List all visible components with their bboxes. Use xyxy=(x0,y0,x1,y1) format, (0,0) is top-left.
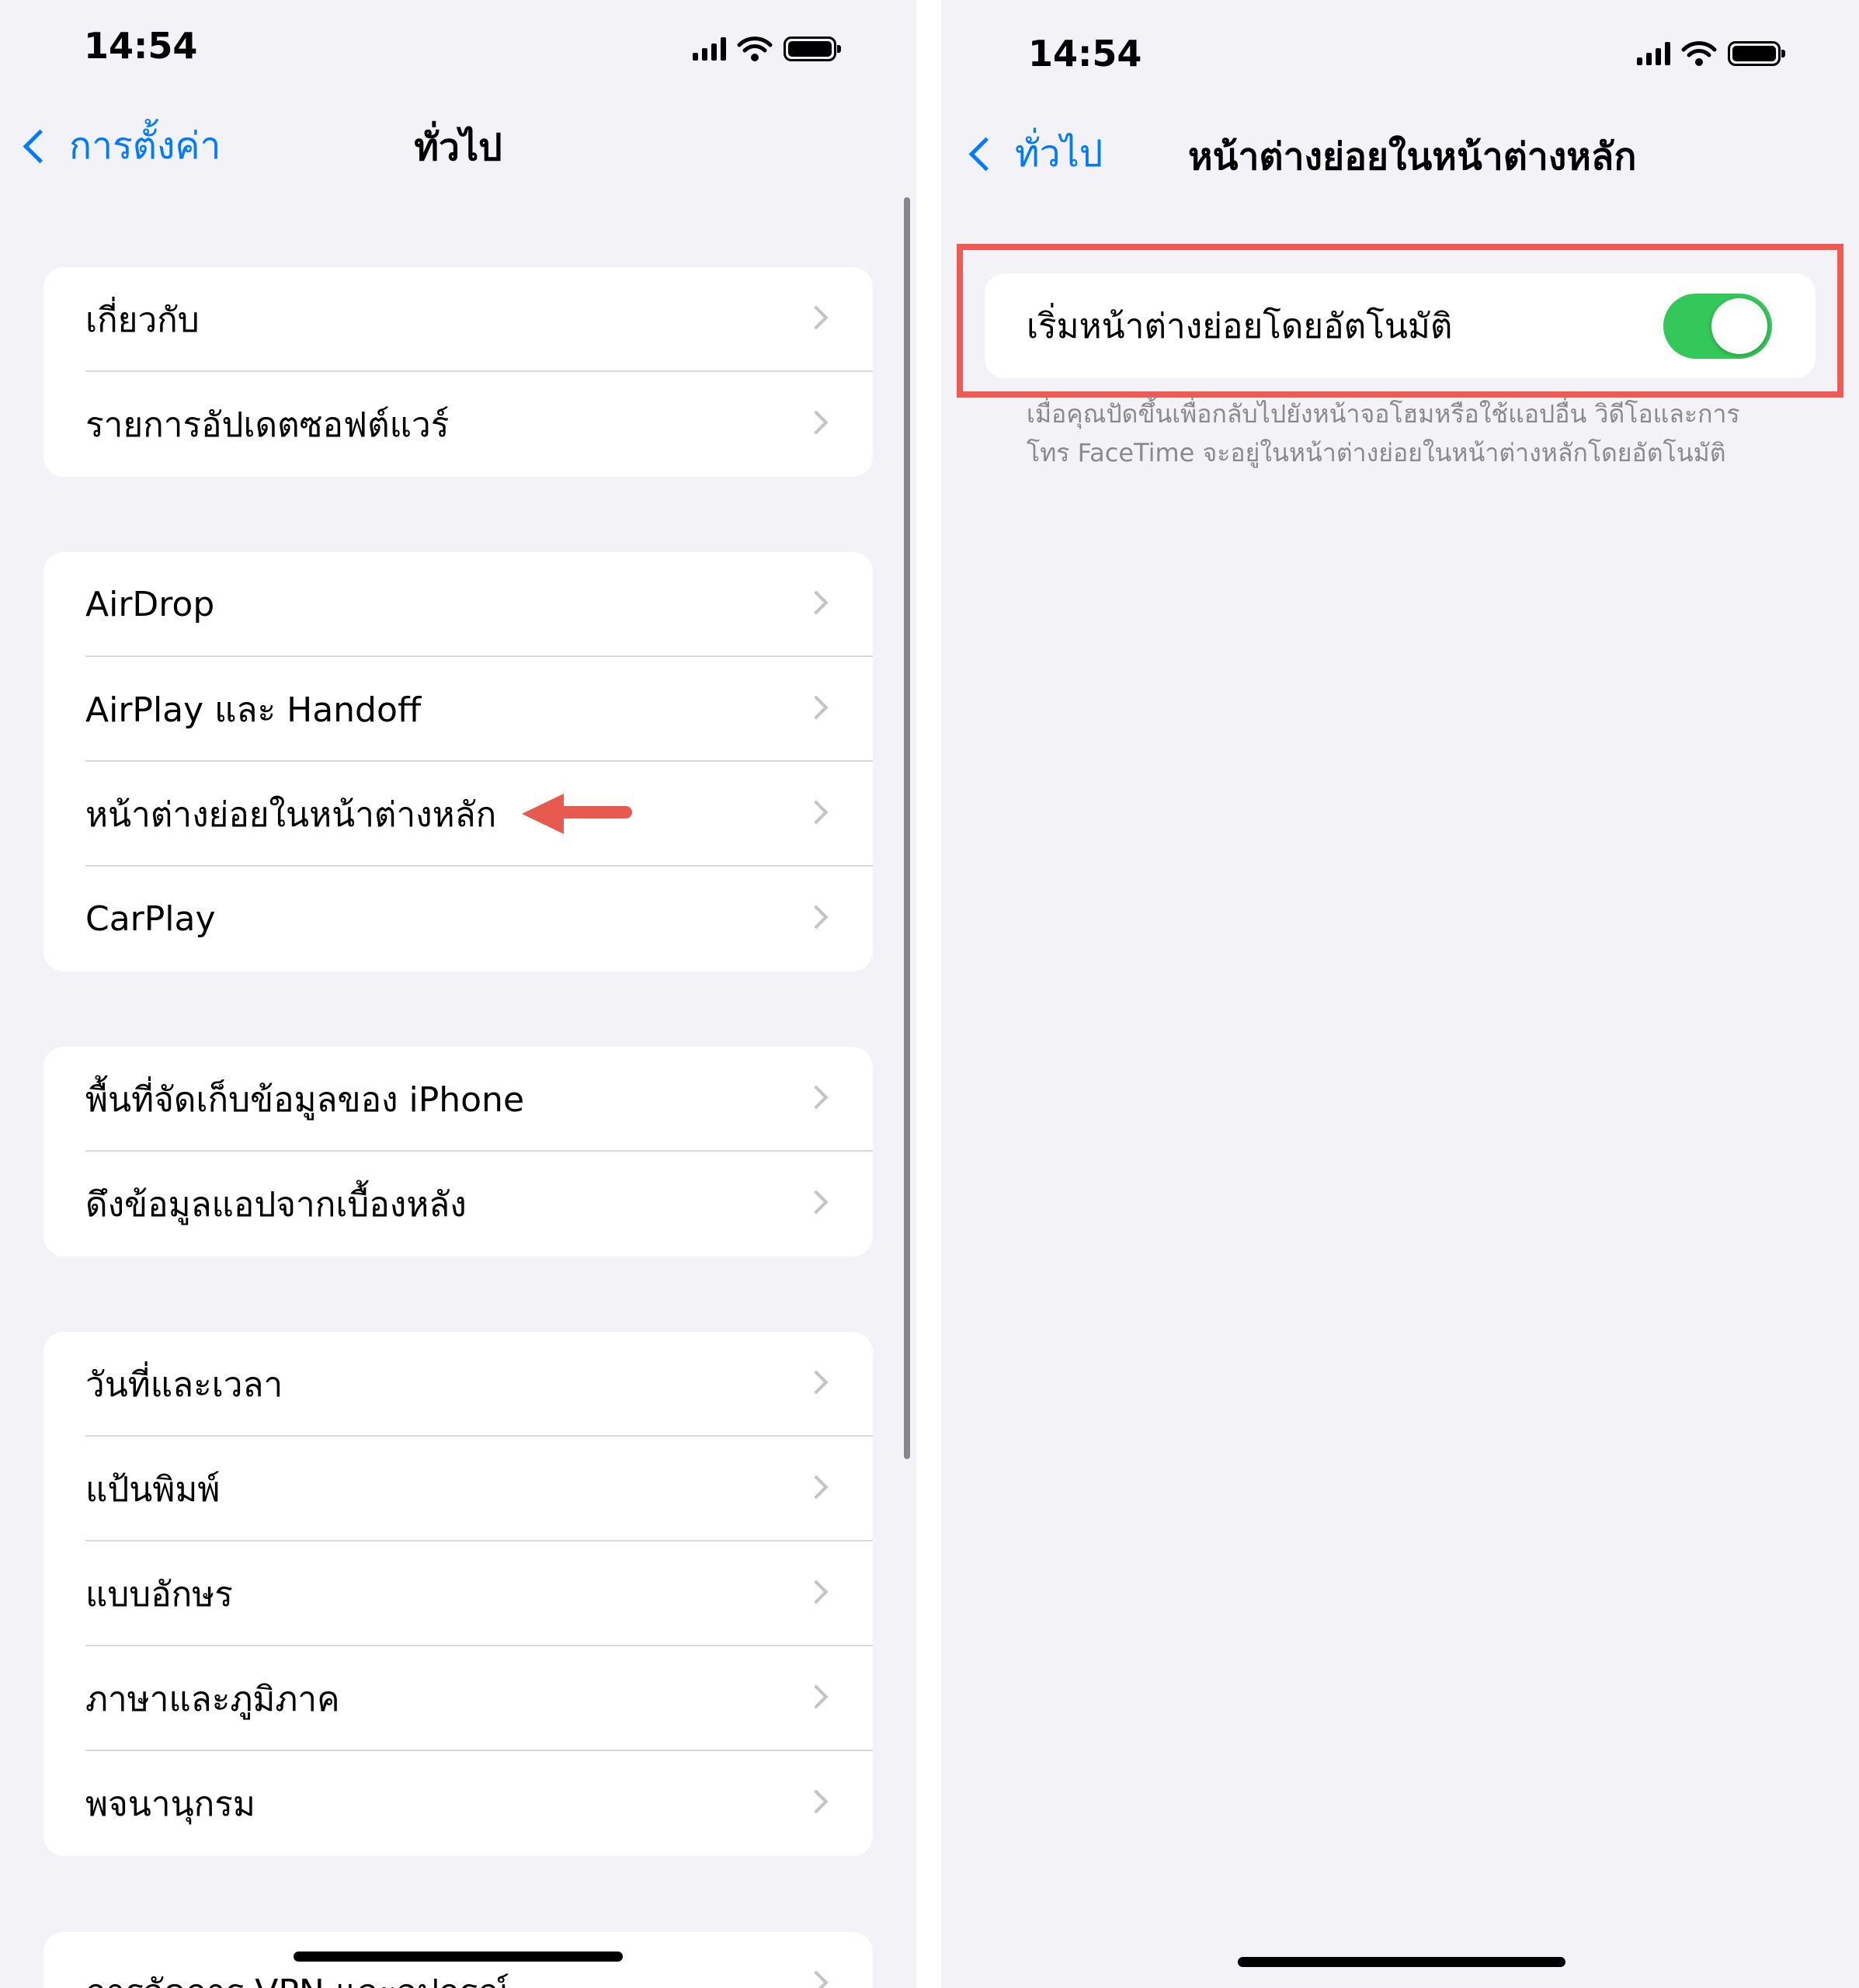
row-label: เกี่ยวกับ xyxy=(85,300,200,340)
settings-row-software-update[interactable]: รายการอัปเดตซอฟต์แวร์ xyxy=(43,372,873,477)
row-label: แบบอักษร xyxy=(85,1574,233,1614)
cellular-signal-icon xyxy=(1637,42,1670,65)
chevron-right-icon xyxy=(804,800,829,825)
settings-general-screen: 14:54 การตั้งค่า ทั่วไป เกี่ยวกับ รายการ… xyxy=(0,0,916,1988)
home-indicator[interactable] xyxy=(294,1952,623,1962)
row-label: แป้นพิมพ์ xyxy=(85,1469,221,1510)
home-indicator[interactable] xyxy=(1238,1957,1565,1967)
row-label: AirDrop xyxy=(85,585,215,624)
wifi-icon xyxy=(1681,41,1717,66)
settings-group-about: เกี่ยวกับ รายการอัปเดตซอฟต์แวร์ xyxy=(43,267,873,477)
setting-footnote: เมื่อคุณปัดขึ้นเพื่อกลับไปยังหน้าจอโฮมหร… xyxy=(1027,399,1740,467)
settings-group-storage: พื้นที่จัดเก็บข้อมูลของ iPhone ดึงข้อมูล… xyxy=(43,1047,873,1256)
chevron-right-icon xyxy=(804,305,829,330)
picture-in-picture-screen: 14:54 ทั่วไป หน้าต่างย่อยในหน้าต่างหลัก … xyxy=(941,0,1859,1988)
chevron-right-icon xyxy=(804,1190,829,1215)
settings-row-airdrop[interactable]: AirDrop xyxy=(43,552,873,657)
settings-row-fonts[interactable]: แบบอักษร xyxy=(43,1541,873,1646)
settings-row-date-time[interactable]: วันที่และเวลา xyxy=(43,1332,873,1437)
chevron-right-icon xyxy=(804,410,829,435)
status-time: 14:54 xyxy=(84,25,198,67)
settings-row-airplay-handoff[interactable]: AirPlay และ Handoff xyxy=(43,657,873,762)
settings-group-locale: วันที่และเวลา แป้นพิมพ์ แบบอักษร ภาษาและ… xyxy=(43,1332,873,1856)
chevron-right-icon xyxy=(804,590,829,615)
settings-group-connectivity: AirDrop AirPlay และ Handoff หน้าต่างย่อย… xyxy=(43,552,873,971)
status-time: 14:54 xyxy=(1028,33,1142,75)
annotation-highlight-box xyxy=(957,244,1843,398)
settings-row-background-refresh[interactable]: ดึงข้อมูลแอปจากเบื้องหลัง xyxy=(43,1152,873,1256)
settings-row-keyboard[interactable]: แป้นพิมพ์ xyxy=(43,1437,873,1541)
chevron-right-icon xyxy=(804,1580,829,1604)
row-label: พื้นที่จัดเก็บข้อมูลของ iPhone xyxy=(85,1079,525,1120)
annotation-arrow-icon xyxy=(522,794,634,834)
status-icons xyxy=(693,36,841,62)
back-button-label: ทั่วไป xyxy=(1015,132,1103,176)
row-label: การจัดการ VPN และอุปกรณ์ xyxy=(85,1965,509,1988)
row-label: พจนานุกรม xyxy=(85,1784,255,1824)
settings-row-about[interactable]: เกี่ยวกับ xyxy=(43,267,873,372)
battery-icon xyxy=(1728,41,1785,66)
chevron-right-icon xyxy=(804,1684,829,1709)
chevron-right-icon xyxy=(804,695,829,720)
scrollbar[interactable] xyxy=(904,197,910,1459)
chevron-left-icon xyxy=(968,137,1003,171)
row-label: AirPlay และ Handoff xyxy=(85,690,422,730)
row-label: ดึงข้อมูลแอปจากเบื้องหลัง xyxy=(85,1184,467,1225)
chevron-right-icon xyxy=(804,1370,829,1395)
chevron-right-icon xyxy=(804,1970,829,1988)
settings-row-iphone-storage[interactable]: พื้นที่จัดเก็บข้อมูลของ iPhone xyxy=(43,1047,873,1152)
cellular-signal-icon xyxy=(693,37,726,61)
chevron-right-icon xyxy=(804,905,829,930)
settings-row-language-region[interactable]: ภาษาและภูมิภาค xyxy=(43,1646,873,1751)
wifi-icon xyxy=(737,36,773,61)
row-label: CarPlay xyxy=(85,899,216,939)
back-button[interactable]: ทั่วไป xyxy=(964,124,1103,183)
battery-icon xyxy=(784,36,841,61)
status-icons xyxy=(1637,40,1785,67)
row-label: หน้าต่างย่อยในหน้าต่างหลัก xyxy=(85,794,497,835)
row-label: วันที่และเวลา xyxy=(85,1364,283,1405)
page-title: หน้าต่างย่อยในหน้าต่างหลัก xyxy=(1188,135,1637,179)
page-title: ทั่วไป xyxy=(414,126,502,169)
settings-row-dictionary[interactable]: พจนานุกรม xyxy=(43,1751,873,1856)
settings-row-carplay[interactable]: CarPlay xyxy=(43,867,873,971)
chevron-right-icon xyxy=(804,1789,829,1814)
settings-row-picture-in-picture[interactable]: หน้าต่างย่อยในหน้าต่างหลัก xyxy=(43,762,873,867)
row-label: ภาษาและภูมิภาค xyxy=(85,1679,340,1719)
screenshot-divider xyxy=(916,0,941,1988)
chevron-right-icon xyxy=(804,1085,829,1110)
row-label: รายการอัปเดตซอฟต์แวร์ xyxy=(85,405,450,445)
chevron-right-icon xyxy=(804,1475,829,1500)
